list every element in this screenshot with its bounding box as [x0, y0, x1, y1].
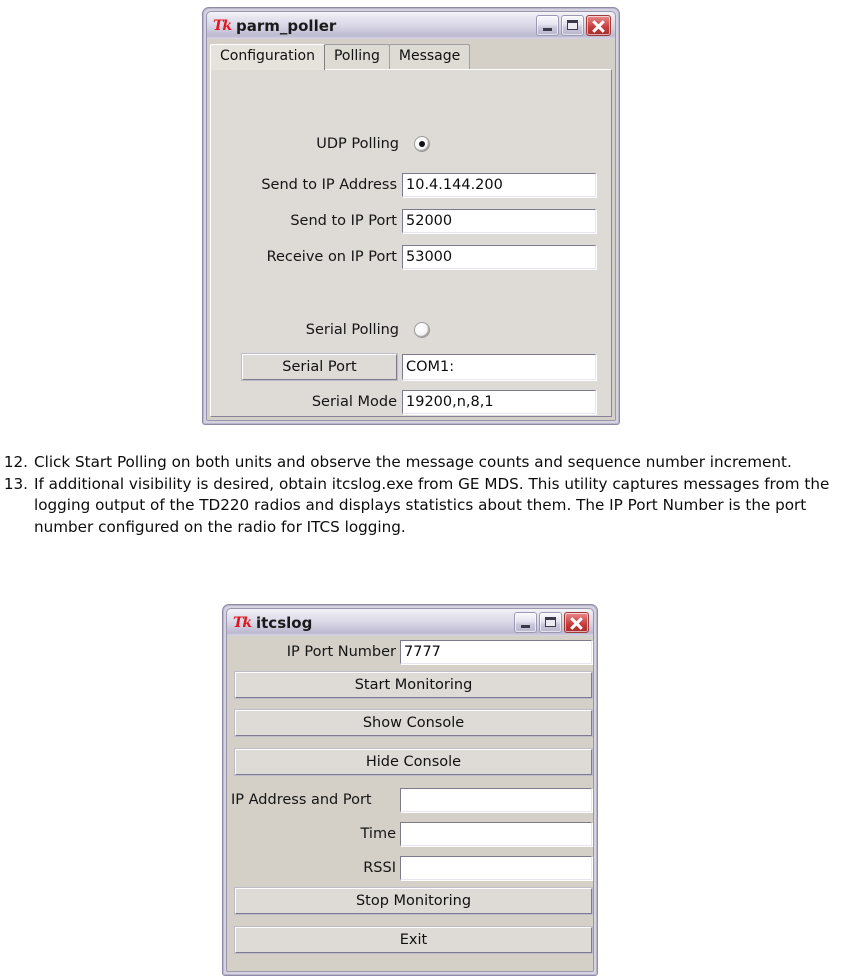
minimize-icon: [543, 28, 552, 31]
list-item-text: Click Start Polling on both units and ob…: [34, 453, 792, 471]
parm-poller-titlebar[interactable]: Tk parm_poller: [207, 12, 615, 39]
serial-port-row: Serial Port COM1:: [211, 354, 611, 380]
ip-address-and-port-label: IP Address and Port: [231, 792, 372, 808]
parm-poller-tabstrip: Configuration Polling Message: [210, 42, 612, 70]
tk-feather-icon: Tk: [233, 614, 252, 631]
udp-polling-label: UDP Polling: [316, 136, 399, 152]
ip-address-and-port-input[interactable]: [400, 788, 592, 812]
time-label: Time: [360, 826, 397, 842]
udp-polling-row: UDP Polling: [211, 132, 615, 156]
list-item: 12. Click Start Polling on both units an…: [0, 452, 850, 474]
parm-poller-window-frame: Tk parm_poller Configuration Polling Mes…: [206, 11, 616, 421]
send-to-ip-port-input[interactable]: 52000: [402, 209, 596, 233]
close-button[interactable]: [586, 15, 611, 36]
parm-poller-title: parm_poller: [236, 16, 337, 35]
parm-poller-window[interactable]: Tk parm_poller Configuration Polling Mes…: [202, 7, 620, 425]
serial-mode-input[interactable]: 19200,n,8,1: [402, 390, 596, 414]
minimize-icon: [521, 625, 530, 628]
parm-poller-client-area: Configuration Polling Message UDP Pollin…: [207, 39, 615, 420]
receive-on-ip-port-input[interactable]: 53000: [402, 245, 596, 269]
serial-polling-label: Serial Polling: [305, 322, 399, 338]
minimize-button[interactable]: [536, 15, 559, 36]
ip-port-number-row: IP Port Number 7777: [231, 640, 593, 664]
serial-mode-row: Serial Mode 19200,n,8,1: [211, 390, 611, 414]
send-to-ip-port-label: Send to IP Port: [290, 213, 397, 229]
ip-port-number-input[interactable]: 7777: [400, 640, 592, 664]
itcslog-window-controls: [514, 612, 591, 633]
send-to-ip-port-row: Send to IP Port 52000: [211, 209, 611, 233]
rssi-label: RSSI: [363, 860, 396, 876]
tk-feather-icon: Tk: [213, 17, 232, 34]
send-to-ip-address-label: Send to IP Address: [261, 177, 397, 193]
list-item: 13. If additional visibility is desired,…: [0, 474, 850, 539]
configuration-tab-page: UDP Polling Send to IP Address 10.4.144.…: [210, 69, 612, 417]
rssi-row: RSSI: [231, 856, 593, 880]
maximize-button[interactable]: [561, 15, 584, 36]
hide-console-button[interactable]: Hide Console: [235, 749, 592, 775]
receive-on-ip-port-label: Receive on IP Port: [266, 249, 397, 265]
itcslog-window[interactable]: Tk itcslog IP Port Number 7777 Start Mon…: [222, 604, 598, 976]
time-row: Time: [231, 822, 593, 846]
itcslog-title: itcslog: [256, 613, 313, 632]
send-to-ip-address-input[interactable]: 10.4.144.200: [402, 173, 596, 197]
instruction-list: 12. Click Start Polling on both units an…: [0, 452, 850, 538]
list-item-number: 13.: [3, 474, 28, 493]
serial-polling-row: Serial Polling: [211, 318, 615, 342]
send-to-ip-address-row: Send to IP Address 10.4.144.200: [211, 173, 611, 197]
stop-monitoring-button[interactable]: Stop Monitoring: [235, 888, 592, 914]
itcslog-client-area: IP Port Number 7777 Start Monitoring Sho…: [227, 636, 593, 971]
tab-message[interactable]: Message: [388, 44, 471, 69]
start-monitoring-button[interactable]: Start Monitoring: [235, 672, 592, 698]
parm-poller-window-controls: [536, 15, 613, 36]
maximize-button[interactable]: [539, 612, 562, 633]
serial-port-button[interactable]: Serial Port: [242, 354, 397, 380]
list-item-number: 12.: [3, 453, 28, 471]
ip-address-and-port-row: IP Address and Port: [231, 788, 593, 812]
udp-polling-radio[interactable]: [414, 136, 430, 152]
rssi-input[interactable]: [400, 856, 592, 880]
close-button[interactable]: [564, 612, 589, 633]
receive-on-ip-port-row: Receive on IP Port 53000: [211, 245, 611, 269]
exit-button[interactable]: Exit: [235, 927, 592, 953]
serial-polling-radio[interactable]: [414, 322, 430, 338]
serial-port-input[interactable]: COM1:: [402, 354, 596, 380]
itcslog-window-frame: Tk itcslog IP Port Number 7777 Start Mon…: [226, 608, 594, 972]
tab-polling[interactable]: Polling: [323, 44, 390, 69]
itcslog-titlebar[interactable]: Tk itcslog: [227, 609, 593, 636]
maximize-icon: [567, 20, 578, 30]
time-input[interactable]: [400, 822, 592, 846]
minimize-button[interactable]: [514, 612, 537, 633]
list-item-text: If additional visibility is desired, obt…: [34, 474, 830, 536]
tab-configuration[interactable]: Configuration: [210, 44, 325, 70]
maximize-icon: [545, 617, 556, 627]
ip-port-number-label: IP Port Number: [286, 644, 396, 660]
show-console-button[interactable]: Show Console: [235, 710, 592, 736]
serial-mode-label: Serial Mode: [311, 394, 397, 410]
